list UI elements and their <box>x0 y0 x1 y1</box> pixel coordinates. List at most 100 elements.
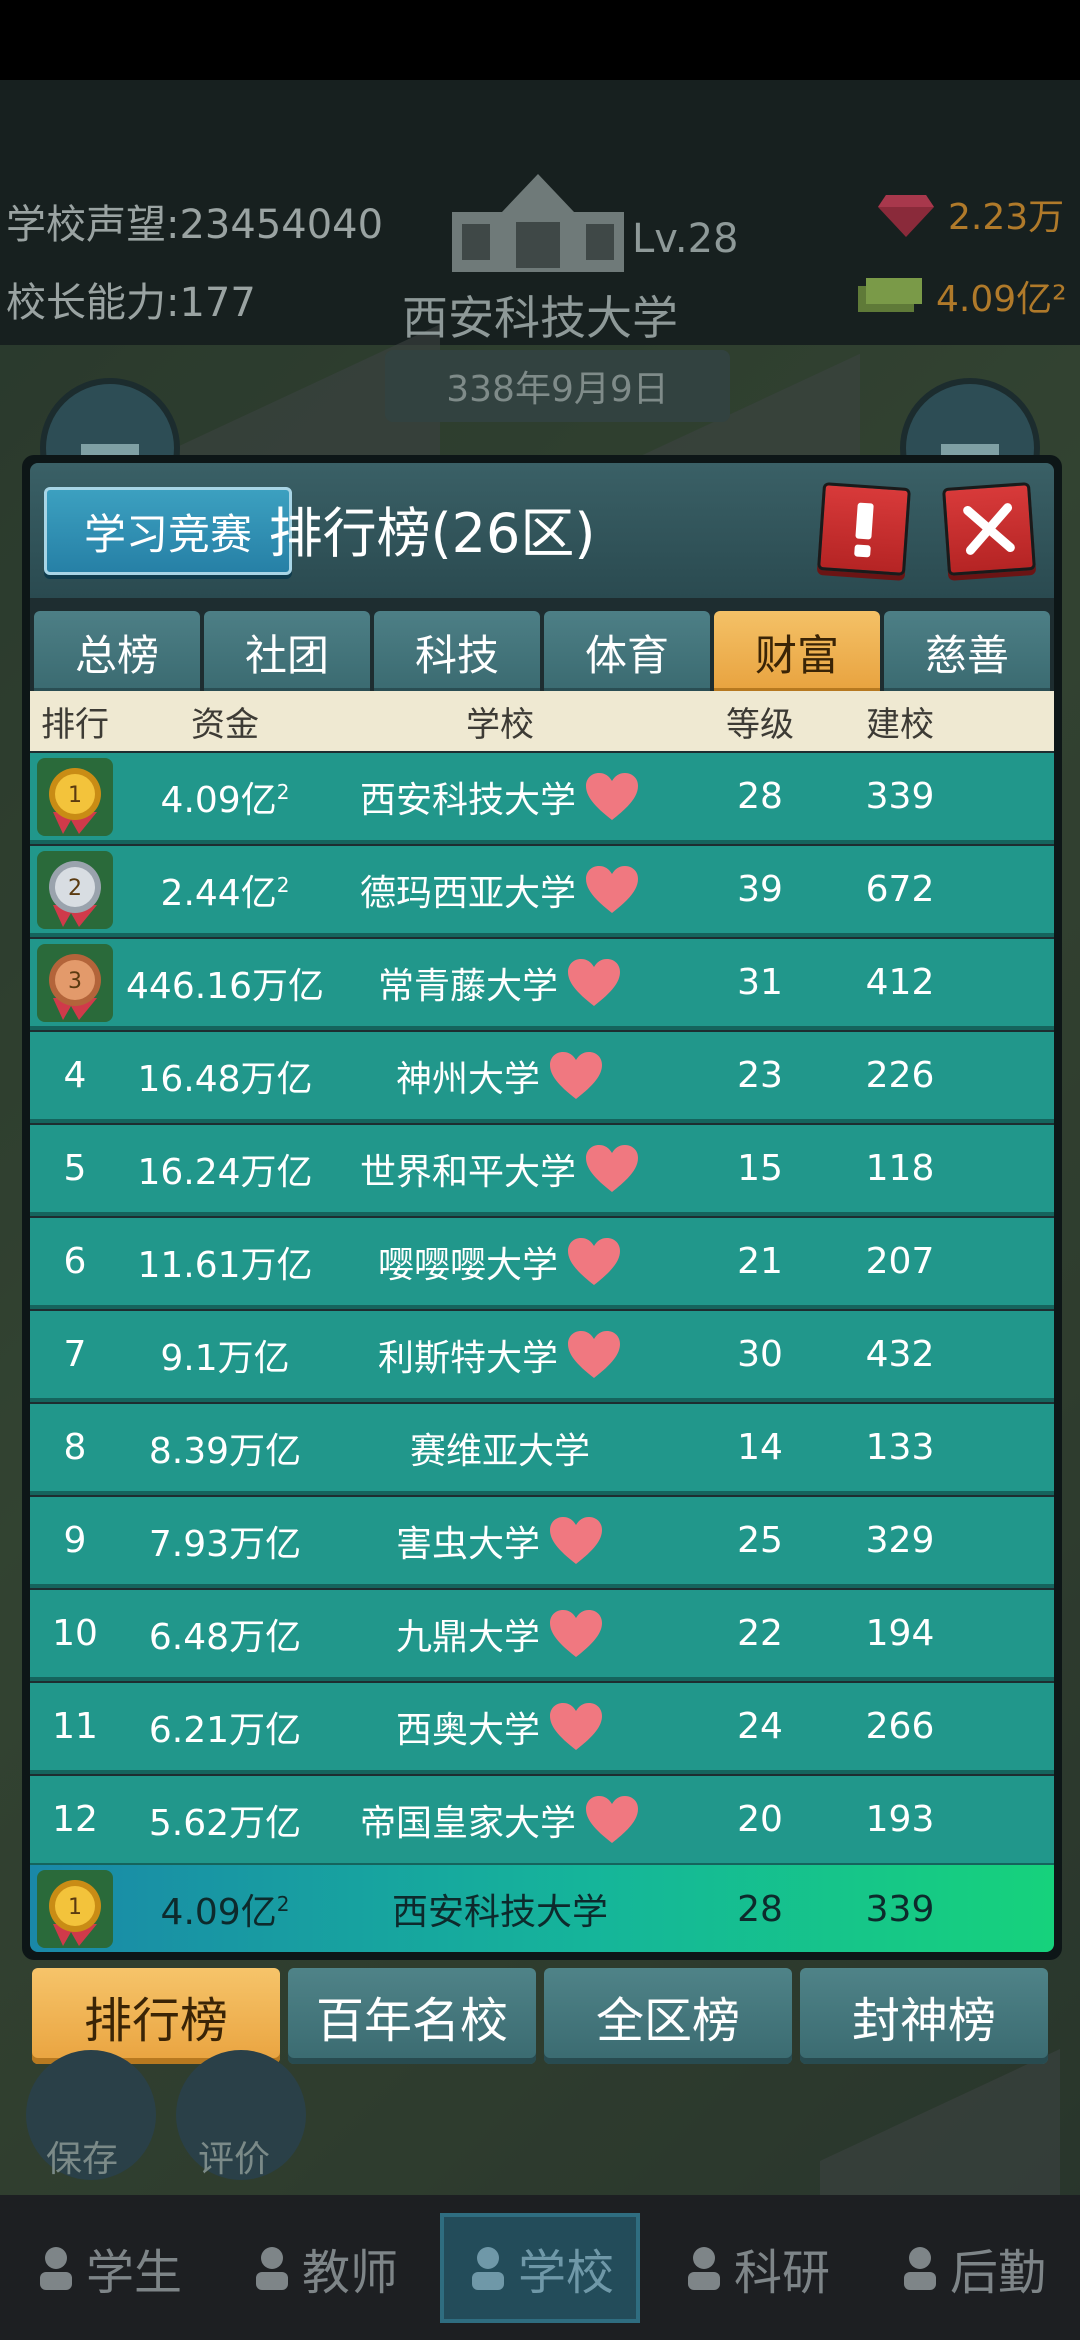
level-cell: 25 <box>737 1520 783 1561</box>
fund-cell: 2.44亿2 <box>160 872 290 914</box>
table-row[interactable]: 4 16.48万亿 神州大学 23 226 <box>30 1032 1054 1123</box>
nav-school[interactable]: 学校 <box>440 2212 640 2323</box>
table-row[interactable]: 10 6.48万亿 九鼎大学 22 194 <box>30 1590 1054 1681</box>
level-cell: 20 <box>737 1799 783 1840</box>
school-cell: 神州大学 <box>330 1050 670 1102</box>
leaderboard-list[interactable]: 1 4.09亿2 西安科技大学 28 339 2 2.44亿2 德玛西亚大学 39 672 3 446… <box>30 753 1054 1867</box>
bottom-tab-1[interactable]: 百年名校 <box>288 1968 536 2064</box>
fund-cell: 446.16万亿 <box>126 965 324 1007</box>
heart-icon[interactable] <box>548 1609 604 1659</box>
fund-exponent: 2 <box>276 872 290 897</box>
rank-cell: 10 <box>52 1613 98 1654</box>
heart-icon[interactable] <box>584 772 640 822</box>
bottom-tab-2[interactable]: 全区榜 <box>544 1968 792 2064</box>
table-row[interactable]: 3 446.16万亿 常青藤大学 31 412 <box>30 939 1054 1030</box>
tab-5[interactable]: 慈善 <box>884 611 1050 693</box>
table-row[interactable]: 7 9.1万亿 利斯特大学 30 432 <box>30 1311 1054 1402</box>
nav-label: 学校 <box>517 2244 614 2301</box>
level-cell: 28 <box>737 776 783 817</box>
table-row[interactable]: 5 16.24万亿 世界和平大学 15 118 <box>30 1125 1054 1216</box>
gems-value: 2.23万 <box>948 197 1065 238</box>
tab-1[interactable]: 社团 <box>204 611 370 693</box>
reputation-value: 23454040 <box>179 202 384 248</box>
panel-title: 排行榜(26区) <box>268 501 596 565</box>
fund-cell: 6.48万亿 <box>148 1616 302 1658</box>
table-row[interactable]: 8 8.39万亿 赛维亚大学 14 133 <box>30 1404 1054 1495</box>
school-cell: 帝国皇家大学 <box>330 1794 670 1846</box>
school-name: 世界和平大学 <box>359 1151 576 1193</box>
rank-cell: 3 <box>30 943 120 1022</box>
table-row[interactable]: 12 5.62万亿 帝国皇家大学 20 193 <box>30 1776 1054 1867</box>
my-school-row: 1 4.09亿2 西安科技大学 28 339 <box>30 1865 1054 1952</box>
fund-cell: 9.1万亿 <box>160 1337 290 1379</box>
nav-label: 教师 <box>301 2244 398 2301</box>
silver-medal-icon: 2 <box>37 850 113 929</box>
leaderboard-type-tabs: 排行榜 百年名校 全区榜 封神榜 <box>32 1968 1048 2068</box>
bottom-tab-3[interactable]: 封神榜 <box>800 1968 1048 2064</box>
heart-icon[interactable] <box>566 1237 622 1287</box>
tab-3[interactable]: 体育 <box>544 611 710 693</box>
school-name: 德玛西亚大学 <box>359 872 576 914</box>
rank-cell: 5 <box>63 1148 87 1189</box>
table-row[interactable]: 11 6.21万亿 西奥大学 24 266 <box>30 1683 1054 1774</box>
cash-resource: 4.09亿² <box>858 270 1067 322</box>
school-name: 害虫大学 <box>395 1523 540 1565</box>
close-icon <box>963 503 1015 555</box>
year-cell: 266 <box>865 1706 935 1747</box>
info-button[interactable] <box>817 482 911 576</box>
close-button[interactable] <box>942 482 1036 576</box>
year-cell: 194 <box>865 1613 935 1654</box>
heart-icon[interactable] <box>566 1330 622 1380</box>
level-cell: 22 <box>737 1613 783 1654</box>
nav-label: 科研 <box>733 2244 830 2301</box>
nav-student[interactable]: 学生 <box>8 2213 208 2323</box>
gold-medal-icon: 1 <box>37 757 113 836</box>
nav-teacher[interactable]: 教师 <box>224 2213 424 2323</box>
svg-text:2: 2 <box>68 876 82 901</box>
heart-icon[interactable] <box>548 1702 604 1752</box>
fund-cell: 4.09亿2 <box>160 779 290 821</box>
exclamation-icon <box>854 502 874 558</box>
table-row[interactable]: 2 2.44亿2 德玛西亚大学 39 672 <box>30 846 1054 937</box>
school-cell: 西安科技大学 <box>330 771 670 823</box>
level-cell: 28 <box>737 1888 783 1930</box>
tab-2[interactable]: 科技 <box>374 611 540 693</box>
gold-medal-icon: 1 <box>37 1870 113 1948</box>
school-cell: 西奥大学 <box>330 1701 670 1753</box>
study-competition-button[interactable]: 学习竞赛 <box>44 487 292 575</box>
panel-header: 学习竞赛 排行榜(26区) <box>30 463 1054 598</box>
heart-icon[interactable] <box>584 1795 640 1845</box>
nav-label: 学生 <box>85 2244 182 2301</box>
table-row[interactable]: 6 11.61万亿 嘤嘤嘤大学 21 207 <box>30 1218 1054 1309</box>
heart-icon[interactable] <box>584 1144 640 1194</box>
fund-exponent: 2 <box>276 1892 290 1916</box>
school-name: 嘤嘤嘤大学 <box>377 1244 558 1286</box>
fund-cell: 6.21万亿 <box>148 1709 302 1751</box>
table-row[interactable]: 9 7.93万亿 害虫大学 25 329 <box>30 1497 1054 1588</box>
nav-clipboard[interactable]: 后勤 <box>872 2213 1072 2323</box>
year-cell: 207 <box>865 1241 935 1282</box>
level-cell: 24 <box>737 1706 783 1747</box>
year-cell: 226 <box>865 1055 935 1096</box>
school-name: 西奥大学 <box>395 1709 540 1751</box>
year-cell: 432 <box>865 1334 935 1375</box>
year-cell: 329 <box>865 1520 935 1561</box>
year-cell: 118 <box>865 1148 935 1189</box>
tab-0[interactable]: 总榜 <box>34 611 200 693</box>
rank-cell: 7 <box>63 1334 87 1375</box>
school-cell: 利斯特大学 <box>330 1329 670 1381</box>
rank-cell: 6 <box>63 1241 87 1282</box>
level-cell: 14 <box>737 1427 783 1468</box>
flask-icon <box>687 2246 720 2290</box>
tab-4[interactable]: 财富 <box>714 611 880 693</box>
table-row[interactable]: 1 4.09亿2 西安科技大学 28 339 <box>30 753 1054 844</box>
heart-icon[interactable] <box>548 1516 604 1566</box>
school-name: 神州大学 <box>395 1058 540 1100</box>
heart-icon[interactable] <box>566 958 622 1008</box>
heart-icon[interactable] <box>548 1051 604 1101</box>
nav-flask[interactable]: 科研 <box>656 2213 856 2323</box>
cash-value: 4.09亿² <box>936 279 1067 320</box>
svg-text:1: 1 <box>68 1895 82 1920</box>
heart-icon[interactable] <box>584 865 640 915</box>
gems-resource: 2.23万 <box>878 188 1064 240</box>
